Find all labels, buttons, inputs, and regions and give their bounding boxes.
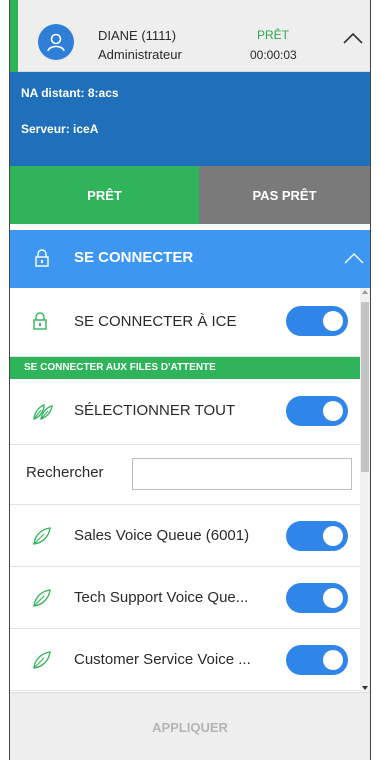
chevron-up-icon[interactable] xyxy=(343,251,365,270)
lock-icon xyxy=(32,311,48,336)
connect-section-title: SE CONNECTER xyxy=(74,249,194,266)
connect-section-header[interactable]: SE CONNECTER xyxy=(10,230,370,288)
leaf-icon xyxy=(32,526,52,551)
connect-list: SE CONNECTER À ICE SE CONNECTER AUX FILE… xyxy=(10,288,370,692)
apply-button[interactable]: APPLIQUER xyxy=(10,693,370,760)
search-input[interactable] xyxy=(132,458,352,490)
select-all-label: SÉLECTIONNER TOUT xyxy=(74,402,236,419)
toggle-knob xyxy=(323,311,343,331)
status-indicator-strip xyxy=(10,0,18,72)
ice-connect-toggle[interactable] xyxy=(286,306,348,336)
agent-role: Administrateur xyxy=(98,47,182,62)
toggle-knob xyxy=(323,650,343,670)
leaves-icon xyxy=(32,401,54,426)
toggle-knob xyxy=(323,401,343,421)
user-avatar-icon xyxy=(38,24,74,60)
queue-toggle[interactable] xyxy=(286,583,348,613)
ready-button[interactable]: PRÊT xyxy=(10,166,199,224)
leaf-icon xyxy=(32,650,52,675)
ice-connect-row: SE CONNECTER À ICE xyxy=(10,288,360,357)
state-timer: 00:00:03 xyxy=(250,48,297,62)
remote-na-text: NA distant: 8:acs xyxy=(21,86,119,100)
queue-label: Sales Voice Queue (6001) xyxy=(74,527,250,544)
leaf-icon xyxy=(32,588,52,613)
queue-toggle[interactable] xyxy=(286,521,348,551)
chevron-up-icon[interactable] xyxy=(342,30,364,46)
toggle-knob xyxy=(323,526,343,546)
toggle-knob xyxy=(323,588,343,608)
scroll-down-arrow-icon[interactable] xyxy=(362,686,368,690)
queue-row: Tech Support Voice Que... xyxy=(10,567,360,629)
queue-label: Customer Service Voice ... xyxy=(74,651,251,668)
search-label: Rechercher xyxy=(26,464,104,481)
select-all-toggle[interactable] xyxy=(286,396,348,426)
list-scrollbar[interactable] xyxy=(360,288,370,692)
agent-state: PRÊT xyxy=(257,28,290,42)
scroll-up-arrow-icon[interactable] xyxy=(362,290,368,294)
agent-name: DIANE (1111) xyxy=(98,28,177,43)
queue-row: Sales Voice Queue (6001) xyxy=(10,505,360,567)
queue-toggle[interactable] xyxy=(286,645,348,675)
queue-row: Customer Service Voice ... xyxy=(10,629,360,691)
select-all-row: SÉLECTIONNER TOUT xyxy=(10,379,360,445)
apply-bar: APPLIQUER xyxy=(10,692,370,760)
not-ready-button[interactable]: PAS PRÊT xyxy=(199,166,370,224)
queue-label: Tech Support Voice Que... xyxy=(74,589,249,606)
search-row: Rechercher xyxy=(10,445,360,505)
connection-info-panel: NA distant: 8:acs Serveur: iceA xyxy=(10,72,370,166)
queues-banner: SE CONNECTER AUX FILES D'ATTENTE xyxy=(10,357,360,379)
lock-icon xyxy=(34,248,50,273)
agent-panel: DIANE (1111) Administrateur PRÊT 00:00:0… xyxy=(9,0,371,760)
agent-header: DIANE (1111) Administrateur PRÊT 00:00:0… xyxy=(10,0,370,72)
scrollbar-thumb[interactable] xyxy=(361,302,369,472)
server-text: Serveur: iceA xyxy=(21,122,99,136)
ice-connect-label: SE CONNECTER À ICE xyxy=(74,313,237,330)
